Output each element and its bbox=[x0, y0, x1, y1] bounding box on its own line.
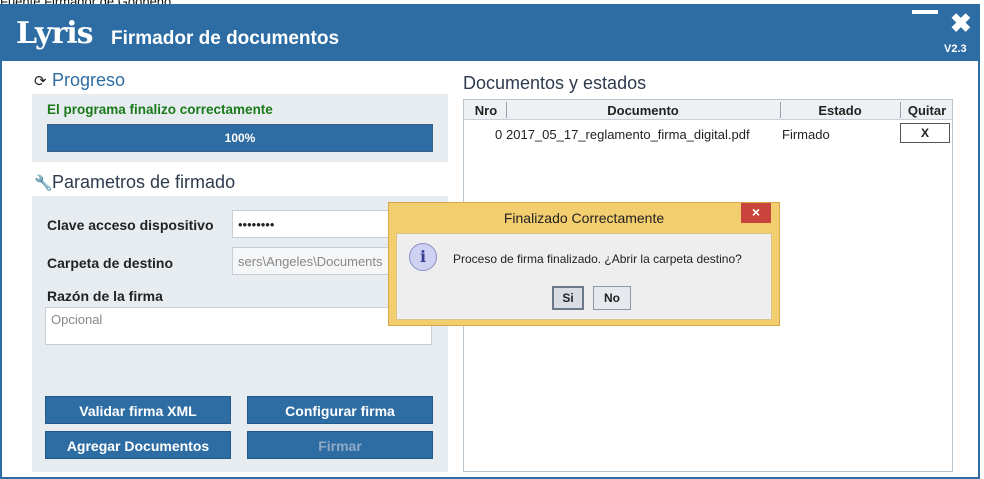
razon-firma-textarea[interactable]: Opcional bbox=[45, 307, 432, 345]
cell-nro: 0 bbox=[495, 127, 503, 142]
column-separator[interactable] bbox=[780, 102, 781, 118]
table-header: Nro Documento Estado Quitar bbox=[464, 100, 952, 120]
progress-panel: El programa finalizo correctamente 100% bbox=[32, 94, 448, 162]
column-header-documento[interactable]: Documento bbox=[508, 103, 778, 118]
progress-section-title: ⟳ Progreso bbox=[34, 70, 126, 90]
quitar-row-button[interactable]: X bbox=[900, 123, 950, 143]
column-header-estado[interactable]: Estado bbox=[782, 103, 898, 118]
dialog-yes-button[interactable]: Si bbox=[552, 286, 584, 310]
finalizado-dialog: Finalizado Correctamente × i Proceso de … bbox=[388, 202, 780, 326]
params-section-title: 🔧Parametros de firmado bbox=[34, 172, 236, 192]
column-separator[interactable] bbox=[900, 102, 901, 118]
column-header-quitar[interactable]: Quitar bbox=[902, 103, 952, 118]
column-header-nro[interactable]: Nro bbox=[468, 103, 504, 118]
documents-section-title: Documentos y estados bbox=[463, 73, 647, 93]
progress-bar: 100% bbox=[47, 124, 433, 152]
validar-firma-xml-button[interactable]: Validar firma XML bbox=[45, 396, 231, 424]
version-label: V2.3 bbox=[944, 43, 967, 55]
firmar-button[interactable]: Firmar bbox=[247, 431, 433, 459]
dialog-message: Proceso de firma finalizado. ¿Abrir la c… bbox=[453, 252, 742, 266]
app-title: Firmador de documentos bbox=[111, 28, 340, 49]
progress-status: El programa finalizo correctamente bbox=[47, 102, 273, 117]
title-bar: Lyris Firmador de documentos ✖ V2.3 bbox=[2, 6, 978, 61]
configurar-firma-button[interactable]: Configurar firma bbox=[247, 396, 433, 424]
razon-label: Razón de la firma bbox=[47, 288, 163, 304]
carpeta-label: Carpeta de destino bbox=[47, 255, 174, 271]
column-separator[interactable] bbox=[506, 102, 507, 118]
wrench-icon: 🔧 bbox=[34, 175, 53, 192]
info-icon: i bbox=[409, 243, 437, 271]
dialog-no-button[interactable]: No bbox=[593, 286, 631, 310]
clave-label: Clave acceso dispositivo bbox=[47, 217, 214, 233]
close-window-button[interactable]: ✖ bbox=[950, 10, 972, 36]
dialog-title: Finalizado Correctamente bbox=[503, 210, 665, 226]
minimize-button[interactable] bbox=[912, 10, 938, 14]
dialog-close-button[interactable]: × bbox=[741, 203, 771, 223]
refresh-icon: ⟳ bbox=[34, 73, 47, 90]
cell-documento: 2017_05_17_reglamento_firma_digital.pdf bbox=[506, 127, 750, 142]
app-logo: Lyris bbox=[16, 16, 94, 51]
params-panel: Clave acceso dispositivo •••••••• Carpet… bbox=[32, 196, 448, 472]
cell-estado: Firmado bbox=[782, 127, 830, 142]
dialog-body: i Proceso de firma finalizado. ¿Abrir la… bbox=[396, 233, 772, 320]
agregar-documentos-button[interactable]: Agregar Documentos bbox=[45, 431, 231, 459]
progress-percent: 100% bbox=[224, 131, 256, 145]
